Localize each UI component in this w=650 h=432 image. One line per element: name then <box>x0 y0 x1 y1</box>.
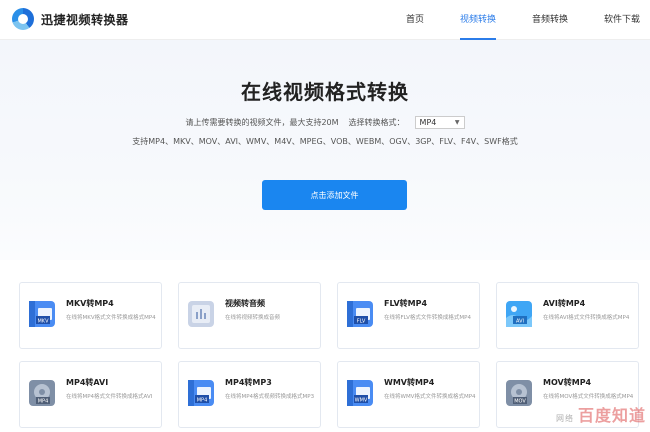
svg-text:MKV: MKV <box>37 319 49 325</box>
format-select-label: 选择转换格式： <box>348 118 405 127</box>
nav-item-video-convert[interactable]: 视频转换 <box>459 0 496 40</box>
logo-icon <box>12 8 34 30</box>
card-wmv-to-mp4[interactable]: WMV WMV转MP4 在线将WMV格式文件转换成格式MP4 <box>337 361 480 428</box>
main-nav: 首页 视频转换 音频转换 软件下载 <box>370 0 640 40</box>
logo[interactable]: 迅捷视频转换器 <box>12 8 129 30</box>
svg-text:FLV: FLV <box>357 319 366 325</box>
card-title: MP4转MP3 <box>225 378 272 387</box>
card-title: 视频转音频 <box>225 299 265 308</box>
svg-text:MP4: MP4 <box>197 398 208 404</box>
card-description: 在线将FLV格式文件转换成格式MP4 <box>384 315 471 321</box>
svg-text:WMV: WMV <box>355 398 368 404</box>
card-mp4-to-mp3[interactable]: MP4 MP4转MP3 在线将MP4格式视频转换成格式MP3 <box>178 361 321 428</box>
app-title: 迅捷视频转换器 <box>41 12 129 27</box>
avi-file-icon: AVI <box>503 298 535 330</box>
card-description: 在线将MOV格式文件转换成格式MP4 <box>543 394 634 400</box>
chevron-down-icon: ▼ <box>454 119 460 126</box>
card-description: 在线将MKV格式文件转换成格式MP4 <box>66 315 156 321</box>
format-select-value: MP4 <box>419 118 437 127</box>
flv-file-icon: FLV <box>344 298 376 330</box>
card-video-to-audio[interactable]: 视频转音频 在线将视频转换成音频 <box>178 282 321 349</box>
nav-item-software-download[interactable]: 软件下载 <box>604 0 640 40</box>
nav-item-home[interactable]: 首页 <box>406 0 424 40</box>
supported-formats-text: 支持MP4、MKV、MOV、AVI、WMV、M4V、MPEG、VOB、WEBM、… <box>132 137 518 146</box>
card-title: MP4转AVI <box>66 378 109 387</box>
card-title: WMV转MP4 <box>384 378 435 387</box>
card-avi-to-mp4[interactable]: AVI AVI转MP4 在线将AVI格式文件转换成格式MP4 <box>496 282 639 349</box>
watermark-small: 网络 <box>555 414 574 423</box>
card-description: 在线将视频转换成音频 <box>225 315 281 321</box>
mov-file-icon: MOV <box>503 377 535 409</box>
conversion-cards-grid: MKV MKV转MP4 在线将MKV格式文件转换成格式MP4 视频转音频 在线将… <box>19 282 639 428</box>
format-select[interactable]: MP4 ▼ <box>414 116 465 129</box>
card-flv-to-mp4[interactable]: FLV FLV转MP4 在线将FLV格式文件转换成格式MP4 <box>337 282 480 349</box>
add-file-button[interactable]: 点击添加文件 <box>262 180 407 210</box>
card-description: 在线将MP4格式文件转换成格式AVI <box>66 394 153 400</box>
upload-options-row: 请上传需要转换的视频文件，最大支持20M 选择转换格式： MP4 ▼ <box>0 116 650 129</box>
nav-item-audio-convert[interactable]: 音频转换 <box>532 0 568 40</box>
card-title: MOV转MP4 <box>543 378 592 387</box>
audio-file-icon <box>185 298 217 330</box>
mp4-file-icon: MP4 <box>26 377 58 409</box>
card-description: 在线将MP4格式视频转换成格式MP3 <box>225 394 315 400</box>
card-title: MKV转MP4 <box>66 299 114 308</box>
card-mp4-to-avi[interactable]: MP4 MP4转AVI 在线将MP4格式文件转换成格式AVI <box>19 361 162 428</box>
page-title: 在线视频格式转换 <box>241 80 409 104</box>
card-mkv-to-mp4[interactable]: MKV MKV转MP4 在线将MKV格式文件转换成格式MP4 <box>19 282 162 349</box>
upload-hint: 请上传需要转换的视频文件，最大支持20M <box>185 118 339 127</box>
svg-text:AVI: AVI <box>516 319 524 325</box>
wmv-file-icon: WMV <box>344 377 376 409</box>
top-navigation-bar: 迅捷视频转换器 首页 视频转换 音频转换 软件下载 <box>0 0 650 40</box>
svg-text:MP4: MP4 <box>38 399 49 405</box>
card-title: AVI转MP4 <box>543 299 586 308</box>
mp4-file-icon: MP4 <box>185 377 217 409</box>
hero-section: 在线视频格式转换 请上传需要转换的视频文件，最大支持20M 选择转换格式： MP… <box>0 40 650 260</box>
card-description: 在线将WMV格式文件转换成格式MP4 <box>384 394 476 400</box>
mkv-file-icon: MKV <box>26 298 58 330</box>
svg-text:MOV: MOV <box>514 399 526 405</box>
card-title: FLV转MP4 <box>384 299 428 308</box>
watermark-main: 百度知道 <box>577 406 646 425</box>
card-description: 在线将AVI格式文件转换成格式MP4 <box>543 315 630 321</box>
watermark: 网络 百度知道 <box>556 402 646 426</box>
